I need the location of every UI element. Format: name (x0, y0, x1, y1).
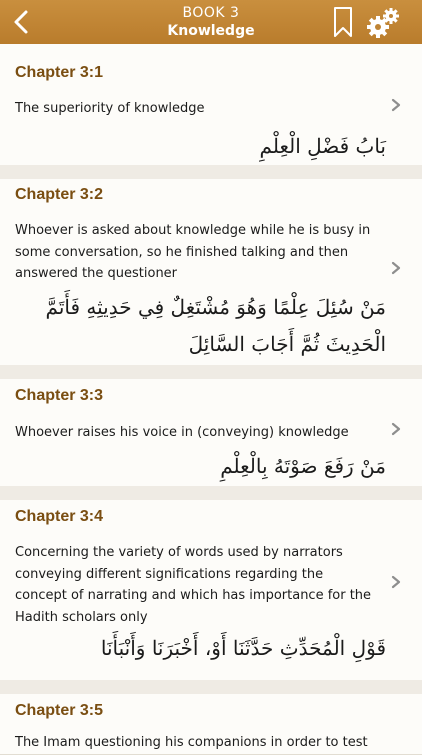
chapter-row-3-3[interactable]: Chapter 3:3 Whoever raises his voice in … (0, 379, 422, 487)
chapter-description: The superiority of knowledge (15, 101, 205, 116)
chapter-description: Concerning the variety of words used by … (15, 545, 372, 625)
chapter-title: Chapter 3:5 (15, 702, 104, 719)
chapter-title: Chapter 3:1 (15, 64, 104, 81)
row-separator (0, 165, 422, 179)
chapter-row-3-5[interactable]: Chapter 3:5 The Imam questioning his com… (0, 694, 422, 755)
chapter-row-3-4[interactable]: Chapter 3:4 Concerning the variety of wo… (0, 500, 422, 681)
chapter-arabic-title: قَوْلِ الْمُحَدِّثِ حَدَّثَنَا أَوْ، أَخ… (100, 636, 386, 660)
bookmark-icon (334, 7, 352, 37)
back-button[interactable] (8, 6, 40, 38)
row-separator (0, 365, 422, 379)
chapter-title: Chapter 3:3 (15, 387, 104, 404)
chapter-description: The Imam questioning his companions in o… (15, 735, 368, 750)
chapter-arabic-title: بَابُ فَضْلِ الْعِلْمِ (259, 134, 386, 158)
row-separator (0, 486, 422, 500)
chevron-right-icon (391, 422, 401, 436)
chapter-arabic-title: مَنْ رَفَعَ صَوْتَهُ بِالْعِلْمِ (220, 454, 386, 478)
chapter-description: Whoever is asked about knowledge while h… (15, 223, 371, 281)
chapter-title: Chapter 3:2 (15, 186, 104, 203)
chapter-description: Whoever raises his voice in (conveying) … (15, 425, 349, 440)
chapter-row-3-1[interactable]: Chapter 3:1 The superiority of knowledge… (0, 44, 422, 166)
row-separator (0, 680, 422, 694)
chevron-right-icon (391, 575, 401, 589)
gears-icon (367, 8, 399, 38)
bookmark-button[interactable] (332, 6, 354, 38)
settings-button[interactable] (366, 6, 400, 40)
chapter-arabic-title: مَنْ سُئِلَ عِلْمًا وَهُوَ مُشْتَغِلٌ فِ… (45, 295, 386, 356)
chapter-title: Chapter 3:4 (15, 508, 104, 525)
chapter-row-3-2[interactable]: Chapter 3:2 Whoever is asked about knowl… (0, 179, 422, 366)
chevron-left-icon (14, 10, 28, 34)
book-title: Knowledge (167, 23, 255, 39)
book-number: BOOK 3 (182, 5, 240, 21)
navigation-bar: BOOK 3 Knowledge (0, 0, 422, 44)
chevron-right-icon (391, 98, 401, 112)
chevron-right-icon (391, 261, 401, 275)
